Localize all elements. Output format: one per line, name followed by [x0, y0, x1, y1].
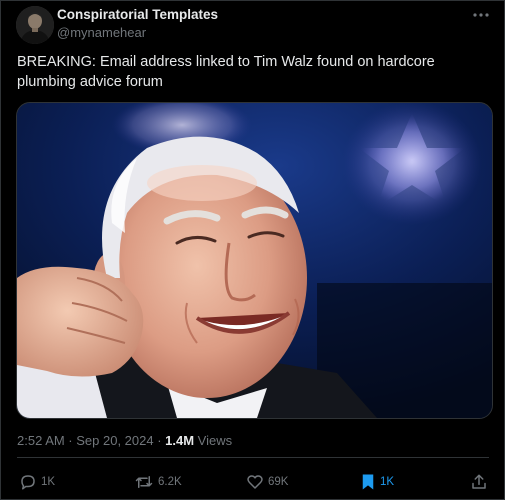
heart-icon [247, 475, 263, 489]
avatar-image [16, 6, 54, 44]
retweet-count: 6.2K [158, 476, 182, 488]
more-options-icon[interactable] [471, 7, 491, 23]
action-bar: 1K 6.2K 69K 1K [17, 471, 491, 495]
reply-icon [21, 475, 35, 490]
share-button[interactable] [470, 471, 488, 493]
bookmark-count: 1K [380, 476, 395, 488]
reply-button[interactable]: 1K [19, 471, 55, 493]
share-icon [472, 474, 486, 489]
reply-count: 1K [41, 476, 56, 488]
retweet-icon [135, 476, 153, 488]
tweet-timestamp[interactable]: 2:52 AM · Sep 20, 2024 · [17, 433, 165, 448]
bookmark-icon [362, 474, 374, 490]
retweet-button[interactable]: 6.2K [134, 471, 182, 493]
views-label: Views [194, 433, 233, 448]
tweet-text: BREAKING: Email address linked to Tim Wa… [17, 54, 435, 90]
views-count[interactable]: 1.4M [165, 433, 194, 448]
like-count: 69K [268, 476, 289, 488]
author-handle[interactable]: @mynamehear [57, 25, 146, 40]
avatar[interactable] [16, 6, 54, 44]
tweet-meta: 2:52 AM · Sep 20, 2024 · 1.4M Views [17, 433, 232, 448]
tweet-header: Conspiratorial Templates @mynamehear [13, 6, 493, 46]
author-display-name[interactable]: Conspiratorial Templates [57, 7, 218, 22]
like-button[interactable]: 69K [246, 471, 288, 493]
bookmark-button[interactable]: 1K [360, 471, 394, 493]
tweet-card: Conspiratorial Templates @mynamehear BRE… [0, 0, 505, 500]
photo-of-smiling-man [17, 103, 492, 418]
divider [17, 457, 489, 458]
tweet-image[interactable] [16, 102, 493, 419]
